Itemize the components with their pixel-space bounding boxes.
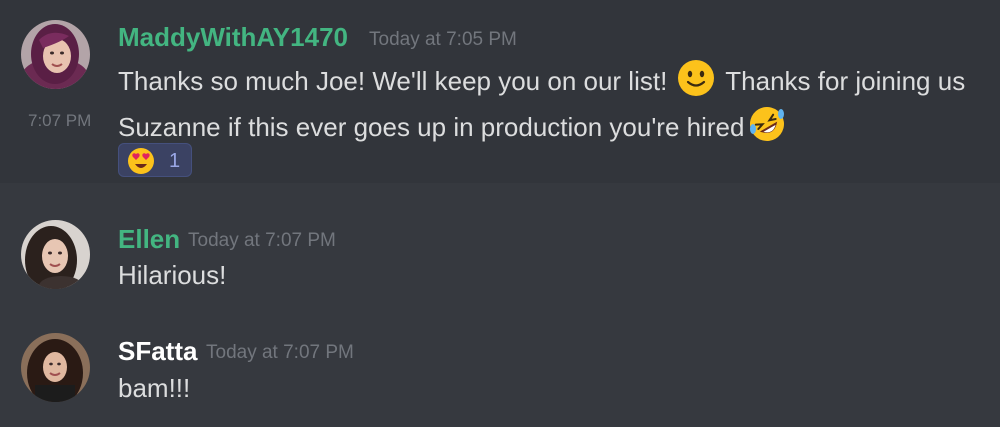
reaction-count: 1: [169, 150, 181, 172]
message-text: Suzanne if this ever goes up in producti…: [118, 111, 745, 142]
heart-eyes-icon: [127, 147, 155, 180]
message-timestamp: Today at 7:07 PM: [188, 230, 336, 251]
reaction-button[interactable]: 1: [118, 143, 192, 177]
username[interactable]: MaddyWithAY1470: [118, 24, 348, 50]
avatar[interactable]: [21, 220, 90, 289]
message-content: Thanks so much Joe! We'll keep you on ou…: [118, 59, 966, 104]
slightly-smiling-face-icon[interactable]: [677, 59, 715, 101]
rolling-on-floor-laughing-icon[interactable]: [748, 105, 786, 147]
message-text: Thanks so much Joe! We'll keep you on ou…: [118, 65, 675, 96]
message-content: Suzanne if this ever goes up in producti…: [118, 105, 786, 150]
message-content: Hilarious!: [118, 260, 227, 290]
message-content: bam!!!: [118, 373, 191, 403]
username[interactable]: Ellen: [118, 226, 180, 252]
message-timestamp: Today at 7:05 PM: [369, 29, 517, 50]
message-timestamp: Today at 7:07 PM: [206, 342, 354, 363]
compact-timestamp: 7:07 PM: [28, 111, 92, 130]
username[interactable]: SFatta: [118, 338, 197, 364]
message-text-continued: Thanks for joining us: [718, 65, 966, 96]
avatar[interactable]: [21, 20, 90, 89]
avatar[interactable]: [21, 333, 90, 402]
